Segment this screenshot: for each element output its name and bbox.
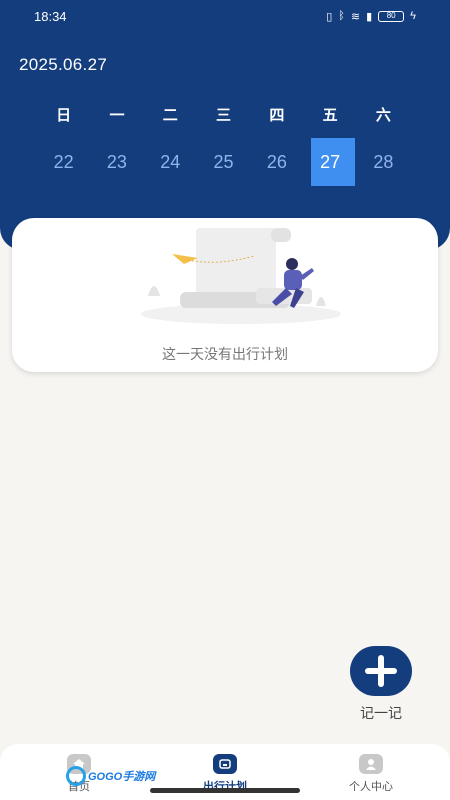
tab-label: 个人中心	[349, 781, 393, 793]
tab-profile[interactable]: 个人中心	[316, 754, 426, 794]
day-number: 25	[213, 151, 234, 172]
status-time: 18:34	[34, 8, 67, 24]
status-bar: 18:34 ▯ ᛒ ≋ ▮ 80 ϟ	[0, 0, 450, 32]
weekday-label: 日	[56, 107, 72, 124]
add-record-button[interactable]	[350, 646, 412, 696]
battery-level: 80	[386, 10, 396, 20]
weekday-row: 日 一 二 三 四 五 六	[37, 104, 410, 125]
wifi-icon: ≋	[350, 10, 361, 23]
watermark-logo: GOGO手游网	[66, 766, 155, 786]
plan-icon	[213, 754, 237, 774]
weekday-label: 五	[322, 107, 338, 124]
day-cell[interactable]: 23	[90, 138, 143, 186]
vibrate-icon: ▯	[326, 10, 333, 23]
day-number: 22	[53, 151, 74, 172]
plan-card: 这一天没有出行计划	[12, 218, 438, 372]
empty-plan-message: 这一天没有出行计划	[162, 346, 288, 362]
day-number: 23	[106, 151, 127, 172]
watermark-icon	[66, 766, 86, 786]
day-cell[interactable]: 28	[357, 138, 410, 186]
plus-icon	[365, 655, 397, 687]
bluetooth-icon: ᛒ	[338, 10, 345, 22]
user-icon	[359, 754, 383, 774]
watermark-text: GOGO手游网	[88, 771, 156, 783]
signal-icon: ▮	[366, 10, 373, 23]
weekday-label: 四	[269, 107, 285, 124]
day-cell[interactable]: 24	[144, 138, 197, 186]
day-cell[interactable]: 26	[250, 138, 303, 186]
day-row: 22 23 24 25 26 27 28	[37, 138, 410, 186]
calendar-header: 18:34 ▯ ᛒ ≋ ▮ 80 ϟ 2025.06.27 日 一 二 三 四 …	[0, 0, 450, 250]
charging-icon: ϟ	[410, 10, 416, 22]
home-indicator[interactable]	[150, 788, 300, 793]
day-cell[interactable]: 25	[197, 138, 250, 186]
weekday-label: 一	[109, 107, 125, 124]
add-record-label: 记一记	[360, 705, 402, 721]
empty-state-illustration	[141, 228, 341, 324]
day-number: 26	[266, 151, 287, 172]
day-cell[interactable]: 22	[37, 138, 90, 186]
status-icons: ▯ ᛒ ≋ ▮ 80 ϟ	[326, 10, 416, 23]
day-number: 27	[320, 151, 341, 172]
day-cell-selected[interactable]: 27	[303, 138, 356, 186]
battery-icon: 80	[378, 10, 405, 22]
day-number: 24	[160, 151, 181, 172]
current-date: 2025.06.27	[19, 55, 108, 74]
weekday-label: 三	[216, 107, 232, 124]
weekday-label: 六	[375, 107, 391, 124]
day-number: 28	[373, 151, 394, 172]
weekday-label: 二	[162, 107, 178, 124]
